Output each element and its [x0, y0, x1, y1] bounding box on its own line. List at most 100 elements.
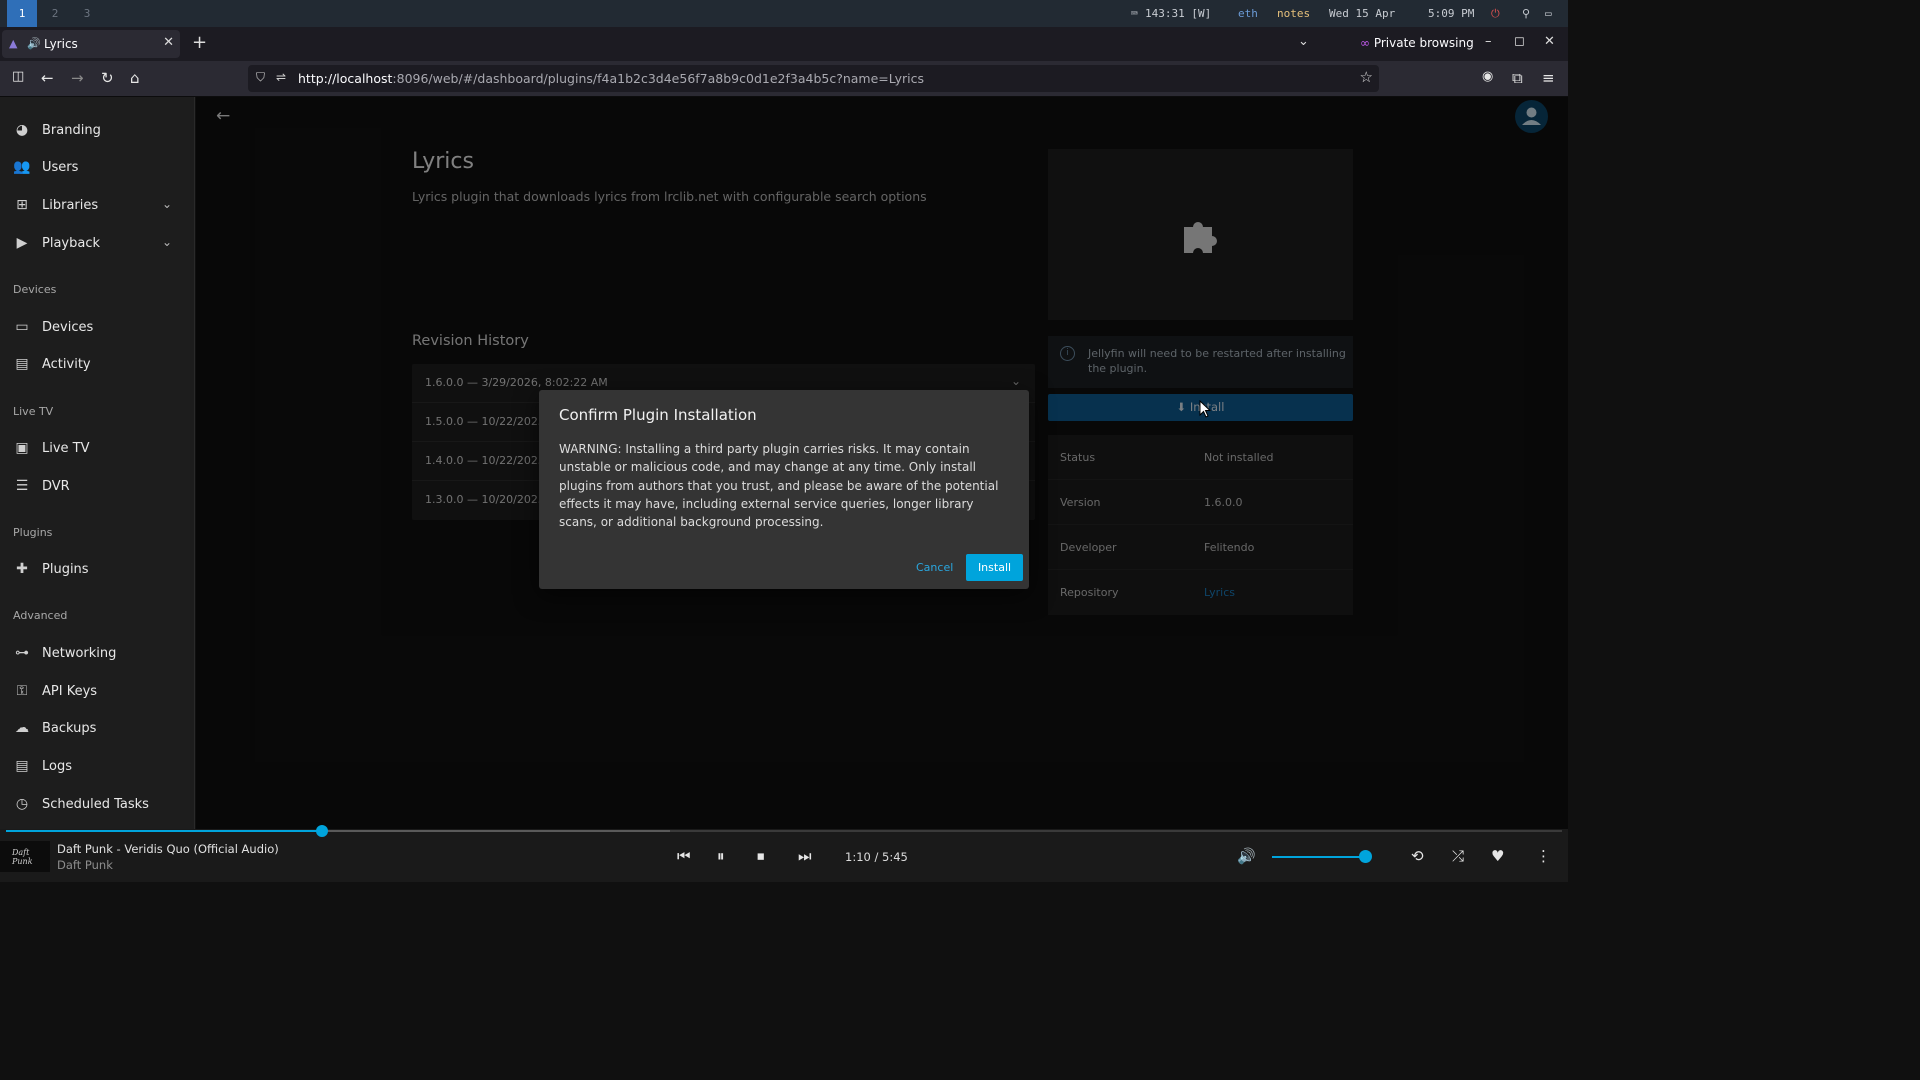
close-tab-icon[interactable]: ✕ — [163, 35, 174, 50]
activity-chart-icon: ▤ — [15, 356, 29, 372]
sidebar-item-label: Branding — [42, 123, 101, 138]
sidebar-item-scheduled-tasks[interactable]: ◷ Scheduled Tasks — [0, 787, 194, 823]
speaker-icon[interactable]: 🔊 — [27, 37, 41, 50]
site-info-icon[interactable]: ⇌ — [276, 70, 286, 84]
maximize-icon[interactable]: ◻ — [1514, 34, 1525, 49]
sidebar-item-playback[interactable]: ▶ Playback ⌄ — [0, 226, 194, 262]
sidebar-toggle-icon[interactable]: ◫ — [12, 69, 24, 84]
users-icon: 👥 — [13, 159, 31, 175]
account-icon[interactable]: ◉ — [1482, 69, 1493, 84]
sidebar-item-plugins[interactable]: ✚ Plugins — [0, 552, 194, 588]
time-display: 5:09 PM — [1428, 7, 1475, 20]
sidebar-item-label: Networking — [42, 646, 117, 661]
power-icon[interactable]: ⏻ — [1491, 0, 1500, 27]
favorite-heart-icon[interactable]: ♥ — [1491, 847, 1504, 865]
tab-lyrics[interactable]: ▲ 🔊 Lyrics ✕ — [2, 30, 180, 58]
shield-icon[interactable]: ⛉ — [256, 70, 265, 85]
extensions-icon[interactable]: ⧉ — [1512, 69, 1523, 87]
album-cover-art: Daft Punk — [12, 848, 33, 866]
sidebar-item-dvr[interactable]: ☰ DVR — [0, 469, 194, 505]
tab-title: Lyrics — [44, 37, 78, 51]
next-track-icon[interactable]: ⏭ — [798, 847, 812, 865]
logs-icon: ▤ — [15, 758, 29, 774]
section-header-live-tv: Live TV — [13, 405, 54, 418]
url-path: :8096/web/#/dashboard/plugins/f4a1b2c3d4… — [392, 71, 924, 86]
section-header-plugins: Plugins — [13, 526, 53, 539]
minimize-icon[interactable]: – — [1485, 34, 1492, 49]
volume-icon[interactable]: 🔊 — [1237, 847, 1256, 865]
sidebar-item-logs[interactable]: ▤ Logs — [0, 749, 194, 785]
sidebar-item-label: API Keys — [42, 684, 98, 699]
dialog-warning-text: WARNING: Installing a third party plugin… — [559, 442, 999, 530]
sidebar-item-label: Live TV — [42, 441, 90, 456]
private-browsing-indicator: ∞ Private browsing — [1360, 36, 1474, 50]
workspace-2[interactable]: 2 — [40, 0, 70, 27]
sidebar-item-networking[interactable]: ⊶ Networking — [0, 636, 194, 672]
sidebar-item-libraries[interactable]: ⊞ Libraries ⌄ — [0, 188, 194, 224]
sidebar-item-devices[interactable]: ▭ Devices — [0, 310, 194, 346]
sidebar-item-api-keys[interactable]: ⚿ API Keys — [0, 674, 194, 710]
cancel-button[interactable]: Cancel — [916, 561, 953, 574]
devices-icon: ▭ — [15, 319, 29, 335]
network-icon: ⊶ — [15, 645, 29, 661]
previous-track-icon[interactable]: ⏮ — [677, 847, 691, 865]
sidebar-item-branding[interactable]: ◕ Branding — [0, 113, 194, 149]
play-circle-icon: ▶ — [16, 235, 28, 251]
notes-indicator[interactable]: notes — [1277, 0, 1310, 27]
clock-icon: ◷ — [15, 796, 29, 812]
menu-icon[interactable]: ≡ — [1542, 69, 1555, 87]
key-icon: ⚿ — [16, 683, 28, 699]
network-status: eth — [1238, 7, 1258, 20]
chevron-down-icon[interactable]: ⌄ — [162, 235, 172, 249]
album-cover[interactable]: Daft Punk — [0, 841, 50, 872]
section-header-devices: Devices — [13, 283, 57, 296]
sidebar-item-live-tv[interactable]: ▣ Live TV — [0, 431, 194, 467]
attachment-icon[interactable]: ⚲ — [1522, 0, 1530, 27]
workspace-3[interactable]: 3 — [72, 0, 102, 27]
sidebar-item-label: Users — [42, 160, 79, 175]
seek-handle[interactable] — [315, 825, 328, 837]
track-artist[interactable]: Daft Punk — [57, 858, 113, 872]
track-title[interactable]: Daft Punk - Veridis Quo (Official Audio) — [57, 842, 279, 856]
confirm-install-button[interactable]: Install — [966, 554, 1023, 581]
confirm-install-dialog: Confirm Plugin Installation WARNING: Ins… — [539, 390, 1029, 589]
sidebar-item-label: Playback — [42, 236, 101, 251]
workspace-1[interactable]: 1 — [7, 0, 37, 27]
url-bar[interactable]: ⛉ ⇌ http://localhost:8096/web/#/dashboar… — [248, 65, 1379, 92]
pause-icon[interactable]: ⏸ — [717, 847, 725, 865]
sidebar-item-activity[interactable]: ▤ Activity — [0, 347, 194, 383]
mouse-cursor-icon — [1199, 400, 1211, 418]
tray-icon[interactable]: ▭ — [1545, 0, 1552, 27]
library-add-icon: ⊞ — [16, 197, 28, 213]
sidebar-item-label: Activity — [42, 357, 91, 372]
sidebar-item-label: DVR — [42, 479, 70, 494]
close-window-icon[interactable]: ✕ — [1544, 34, 1555, 49]
repeat-icon[interactable]: ⟲ — [1411, 847, 1424, 865]
cloud-upload-icon: ☁ — [15, 720, 29, 736]
url-text[interactable]: http://localhost:8096/web/#/dashboard/pl… — [298, 71, 924, 86]
puzzle-icon: ✚ — [16, 561, 28, 577]
shuffle-icon[interactable]: ⤮ — [1452, 847, 1464, 865]
dashboard-sidebar: ◕ Branding 👥 Users ⊞ Libraries ⌄ ▶ Playb… — [0, 97, 195, 829]
bookmark-star-icon[interactable]: ☆ — [1360, 68, 1373, 86]
palette-icon: ◕ — [15, 122, 29, 138]
stop-icon[interactable]: ⏹ — [757, 847, 765, 865]
chevron-down-icon[interactable]: ⌄ — [162, 197, 172, 211]
chevron-down-icon[interactable]: ⌄ — [1298, 34, 1309, 49]
new-tab-icon[interactable]: + — [192, 32, 207, 53]
more-options-icon[interactable]: ⋮ — [1536, 847, 1551, 865]
sidebar-item-label: Backups — [42, 721, 97, 736]
keyboard-icon: ⌨ — [1131, 7, 1138, 20]
live-tv-icon: ▣ — [15, 440, 29, 456]
seek-progress — [6, 830, 322, 832]
dialog-title: Confirm Plugin Installation — [559, 406, 757, 424]
section-header-advanced: Advanced — [13, 609, 68, 622]
sidebar-item-label: Devices — [42, 320, 94, 335]
sidebar-item-backups[interactable]: ☁ Backups — [0, 711, 194, 747]
sidebar-item-general-partial[interactable] — [0, 85, 194, 99]
sidebar-item-label: Scheduled Tasks — [42, 797, 149, 812]
sidebar-item-users[interactable]: 👥 Users — [0, 150, 194, 186]
sidebar-item-label: Logs — [42, 759, 72, 774]
volume-slider[interactable] — [1272, 856, 1366, 858]
date-display: Wed 15 Apr — [1329, 7, 1396, 20]
